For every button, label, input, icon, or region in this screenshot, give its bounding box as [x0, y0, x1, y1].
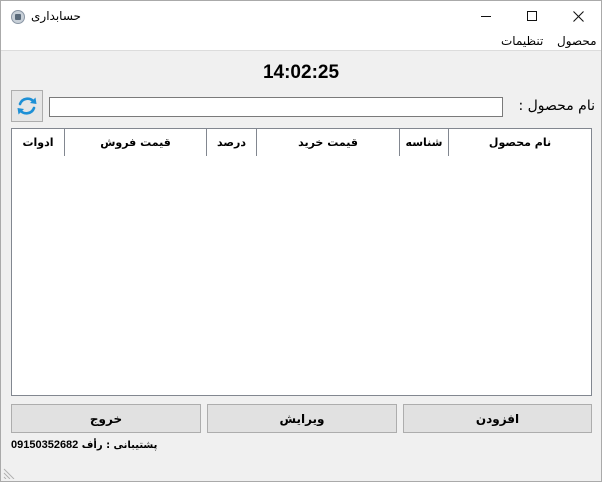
minimize-button[interactable]	[463, 1, 509, 31]
column-header-sell-price[interactable]: قیمت فروش	[64, 129, 206, 156]
table-header: نام محصول شناسه قیمت خرید درصد قیمت فروش…	[12, 129, 591, 156]
maximize-button[interactable]	[509, 1, 555, 31]
edit-button[interactable]: ویرایش	[207, 404, 397, 433]
exit-button[interactable]: خروج	[11, 404, 201, 433]
column-header-tools[interactable]: ادوات	[12, 129, 64, 156]
support-label: پشتیبانی : رأف	[81, 440, 158, 451]
add-button[interactable]: افزودن	[403, 404, 592, 433]
title-bar[interactable]: حسابداری	[1, 1, 601, 31]
support-info: 09150352682 پشتیبانی : رأف	[11, 439, 157, 451]
column-header-product-name[interactable]: نام محصول	[448, 129, 591, 156]
window-title: حسابداری	[31, 9, 81, 23]
column-header-buy-price[interactable]: قیمت خرید	[256, 129, 399, 156]
menu-item-settings[interactable]: تنظیمات	[501, 34, 543, 48]
ledger-icon	[11, 10, 25, 24]
maximize-icon	[527, 11, 537, 21]
menu-bar: محصول تنظیمات	[1, 31, 601, 51]
clock-display: 14:02:25	[262, 62, 340, 83]
minimize-icon	[481, 15, 491, 17]
product-name-input[interactable]	[49, 97, 503, 117]
support-phone: 09150352682	[11, 439, 79, 451]
refresh-button[interactable]	[11, 90, 43, 122]
refresh-icon	[17, 97, 37, 115]
close-icon	[572, 10, 584, 22]
column-header-id[interactable]: شناسه	[399, 129, 448, 156]
product-name-label: نام محصول :	[518, 98, 595, 114]
close-button[interactable]	[555, 1, 601, 31]
products-table[interactable]: نام محصول شناسه قیمت خرید درصد قیمت فروش…	[11, 128, 592, 396]
app-window: حسابداری محصول تنظیمات 14:02:25 نام محصو…	[0, 0, 602, 482]
column-header-percent[interactable]: درصد	[206, 129, 256, 156]
resize-grip-icon[interactable]	[3, 463, 19, 479]
menu-item-product[interactable]: محصول	[557, 34, 597, 48]
